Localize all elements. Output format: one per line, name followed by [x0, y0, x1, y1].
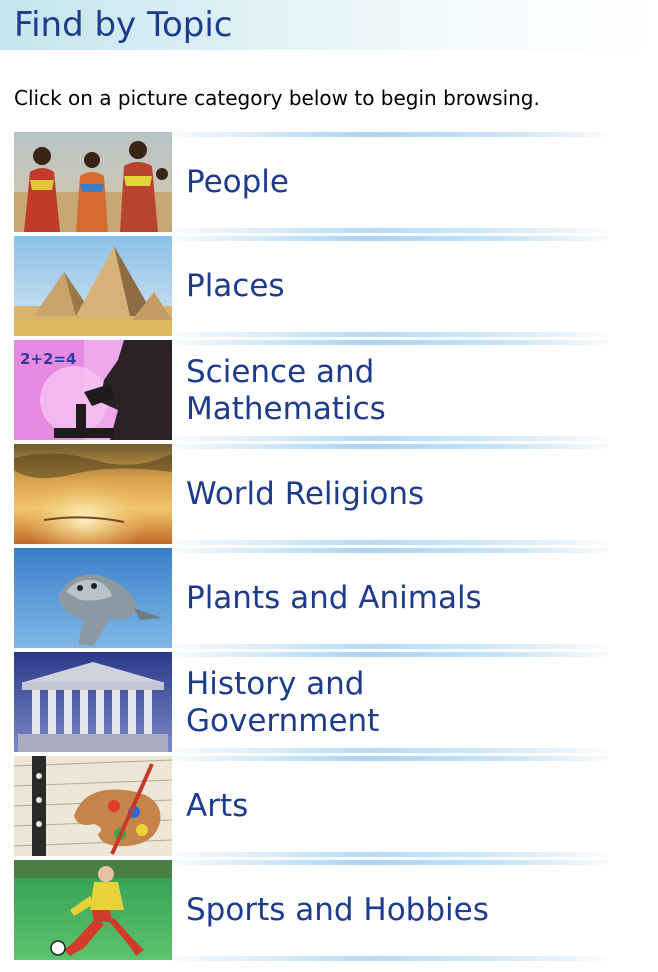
divider-line — [172, 228, 608, 233]
divider-line — [172, 644, 608, 649]
topic-world-religions[interactable]: World Religions — [14, 444, 608, 548]
divider-line — [172, 332, 608, 337]
intro-text: Click on a picture category below to beg… — [14, 86, 540, 110]
divider-line — [172, 852, 608, 857]
topic-label-history-and-government[interactable]: History and Government — [186, 657, 379, 748]
religions-thumbnail[interactable] — [14, 444, 172, 544]
sports-thumbnail[interactable] — [14, 860, 172, 960]
topic-arts[interactable]: Arts — [14, 756, 608, 860]
topic-science-and-mathematics[interactable]: 2+2=4 Science and Mathematics — [14, 340, 608, 444]
thumb-equation: 2+2=4 — [20, 350, 76, 368]
science-thumbnail[interactable]: 2+2=4 — [14, 340, 172, 440]
places-thumbnail[interactable] — [14, 236, 172, 336]
divider-line — [172, 956, 608, 961]
topic-label-sports-and-hobbies[interactable]: Sports and Hobbies — [186, 865, 489, 956]
topic-label-science-and-mathematics[interactable]: Science and Mathematics — [186, 345, 386, 436]
topic-people[interactable]: People — [14, 132, 608, 236]
divider-line — [172, 748, 608, 753]
animals-thumbnail[interactable] — [14, 548, 172, 648]
topic-list: People Places 2+2=4 Science and Mathemat… — [14, 132, 608, 964]
page-title: Find by Topic — [14, 5, 233, 45]
history-thumbnail[interactable] — [14, 652, 172, 752]
topic-label-world-religions[interactable]: World Religions — [186, 449, 424, 540]
topic-label-plants-and-animals[interactable]: Plants and Animals — [186, 553, 482, 644]
page-header: Find by Topic — [0, 0, 658, 50]
topic-sports-and-hobbies[interactable]: Sports and Hobbies — [14, 860, 608, 964]
divider-line — [172, 436, 608, 441]
topic-plants-and-animals[interactable]: Plants and Animals — [14, 548, 608, 652]
topic-places[interactable]: Places — [14, 236, 608, 340]
divider-line — [172, 540, 608, 545]
topic-history-and-government[interactable]: History and Government — [14, 652, 608, 756]
topic-label-arts[interactable]: Arts — [186, 761, 248, 852]
topic-label-people[interactable]: People — [186, 137, 289, 228]
people-thumbnail[interactable] — [14, 132, 172, 232]
arts-thumbnail[interactable] — [14, 756, 172, 856]
topic-label-places[interactable]: Places — [186, 241, 285, 332]
